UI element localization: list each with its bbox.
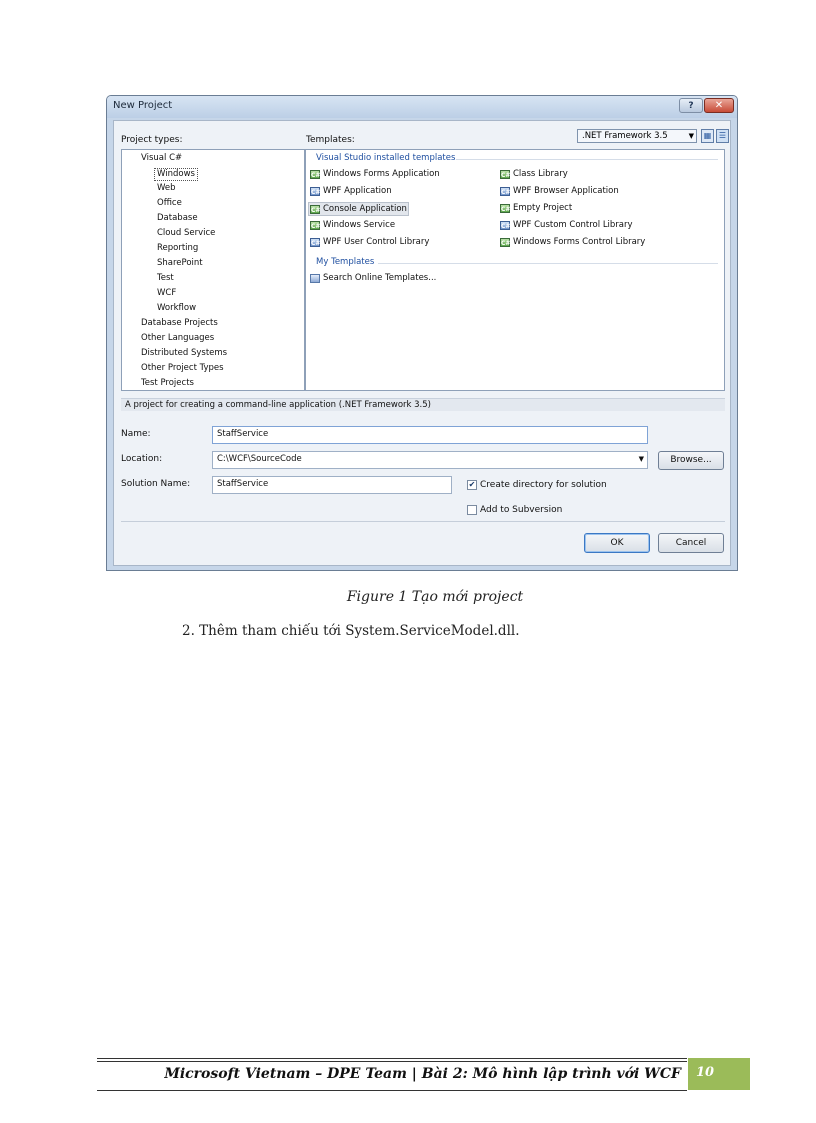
template-item[interactable]: C# WPF Application: [310, 185, 392, 197]
template-icon: C#: [500, 203, 511, 213]
project-type-item[interactable]: Office: [157, 198, 182, 209]
group-divider: [378, 263, 718, 264]
template-icon: C#: [310, 220, 321, 230]
cancel-button[interactable]: Cancel: [658, 533, 724, 553]
search-online-icon: [310, 273, 320, 283]
template-label: Windows Forms Control Library: [513, 237, 646, 247]
template-icon: C#: [310, 186, 321, 196]
template-item[interactable]: C# WPF User Control Library: [310, 236, 429, 248]
template-label: WPF Custom Control Library: [513, 220, 633, 230]
template-label: Empty Project: [513, 203, 573, 213]
project-type-item[interactable]: Distributed Systems: [141, 348, 227, 359]
page-number: 10: [695, 1065, 715, 1080]
location-value: C:\WCF\SourceCode: [217, 454, 302, 464]
group-divider: [456, 159, 718, 160]
framework-select[interactable]: .NET Framework 3.5 ▼: [577, 129, 697, 143]
template-icon: C#: [310, 237, 321, 247]
project-type-item[interactable]: Cloud Service: [157, 228, 215, 239]
project-types-label: Project types:: [121, 135, 183, 145]
solution-name-input[interactable]: StaffService: [212, 476, 452, 494]
project-type-item[interactable]: Database Projects: [141, 318, 218, 329]
footer-rule: [97, 1061, 687, 1062]
installed-templates-group: Visual Studio installed templates: [316, 153, 456, 163]
help-button[interactable]: ?: [679, 98, 703, 113]
footer-text: Microsoft Vietnam – DPE Team | Bài 2: Mô…: [164, 1066, 681, 1082]
template-item[interactable]: C# Windows Forms Application: [310, 168, 440, 180]
template-label: WPF Application: [323, 186, 392, 196]
project-type-item[interactable]: Test: [157, 273, 174, 284]
dialog-title: New Project: [113, 100, 173, 111]
chevron-down-icon: ▼: [688, 132, 694, 140]
title-bar: New Project ? ✕: [107, 96, 737, 118]
template-icon: C#: [500, 169, 511, 179]
template-label: Windows Service: [323, 220, 396, 230]
template-icon: C#: [310, 204, 321, 214]
framework-value: .NET Framework 3.5: [582, 131, 668, 141]
footer-rule: [97, 1058, 687, 1059]
project-type-item[interactable]: Workflow: [157, 303, 196, 314]
create-directory-checkbox[interactable]: ✔: [467, 480, 477, 490]
add-to-subversion-label: Add to Subversion: [480, 505, 563, 515]
template-description: A project for creating a command-line ap…: [121, 398, 725, 411]
template-item[interactable]: C# Empty Project: [500, 202, 572, 214]
name-label: Name:: [121, 429, 151, 439]
project-type-item[interactable]: WCF: [157, 288, 176, 299]
template-label: WPF User Control Library: [323, 237, 430, 247]
page-number-box: 10: [688, 1058, 750, 1090]
template-item[interactable]: C# Windows Forms Control Library: [500, 236, 645, 248]
template-icon: C#: [500, 220, 511, 230]
template-item[interactable]: C# Windows Service: [310, 219, 395, 231]
template-item[interactable]: C# Class Library: [500, 168, 568, 180]
template-label: Console Application: [323, 204, 407, 214]
template-label: Search Online Templates...: [323, 273, 437, 283]
solution-name-label: Solution Name:: [121, 479, 191, 489]
template-search-online[interactable]: Search Online Templates...: [310, 272, 436, 284]
template-label: WPF Browser Application: [513, 186, 619, 196]
project-type-item[interactable]: Visual C#: [141, 153, 182, 164]
project-type-item[interactable]: Test Projects: [141, 378, 194, 389]
browse-button[interactable]: Browse...: [658, 451, 724, 470]
location-combo[interactable]: C:\WCF\SourceCode ▼: [212, 451, 648, 469]
close-button[interactable]: ✕: [704, 98, 734, 113]
footer-rule: [97, 1090, 687, 1091]
templates-list: Visual Studio installed templates My Tem…: [305, 149, 725, 391]
my-templates-group: My Templates: [316, 257, 375, 267]
figure-caption: Figure 1 Tạo mới project: [346, 589, 524, 605]
template-label: Class Library: [513, 169, 568, 179]
template-item[interactable]: C# WPF Browser Application: [500, 185, 619, 197]
project-type-item[interactable]: Other Project Types: [141, 363, 224, 374]
location-label: Location:: [121, 454, 163, 464]
small-icons-view-icon[interactable]: ☰: [716, 129, 729, 143]
project-types-tree: Visual C# Windows Web Office Database Cloud S…: [121, 149, 305, 391]
ok-button[interactable]: OK: [584, 533, 650, 553]
project-type-item[interactable]: Web: [157, 183, 176, 194]
create-directory-label: Create directory for solution: [480, 480, 607, 490]
template-item[interactable]: C# Console Application: [308, 202, 409, 216]
template-icon: C#: [500, 186, 511, 196]
divider: [121, 521, 725, 522]
chevron-down-icon[interactable]: ▼: [639, 452, 644, 467]
large-icons-view-icon[interactable]: ▦: [701, 129, 714, 143]
project-type-item[interactable]: SharePoint: [157, 258, 203, 269]
add-to-subversion-checkbox[interactable]: [467, 505, 477, 515]
project-type-item[interactable]: Other Languages: [141, 333, 214, 344]
template-label: Windows Forms Application: [323, 169, 440, 179]
name-input[interactable]: StaffService: [212, 426, 648, 444]
dialog-body: Project types: Templates: .NET Framework…: [113, 120, 731, 566]
template-icon: C#: [310, 169, 321, 179]
project-type-item[interactable]: Reporting: [157, 243, 198, 254]
project-type-item[interactable]: Database: [157, 213, 198, 224]
project-type-item[interactable]: Windows: [154, 168, 198, 181]
templates-label: Templates:: [306, 135, 355, 145]
template-item[interactable]: C# WPF Custom Control Library: [500, 219, 633, 231]
step-item: 2. Thêm tham chiếu tới System.ServiceMod…: [182, 623, 520, 639]
new-project-dialog: New Project ? ✕ Project types: Templates…: [106, 95, 738, 571]
template-icon: C#: [500, 237, 511, 247]
